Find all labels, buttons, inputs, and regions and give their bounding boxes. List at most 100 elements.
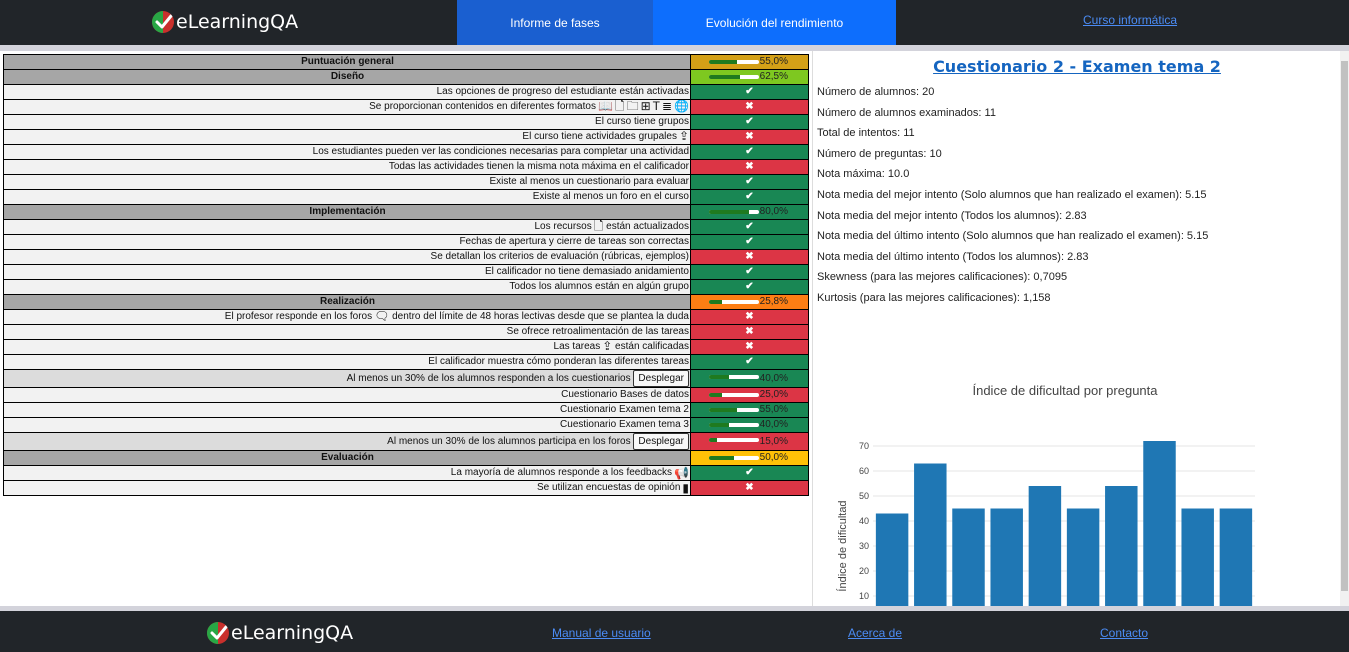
report-row: Las opciones de progreso del estudiante … xyxy=(3,84,809,100)
quiz-title[interactable]: Cuestionario 2 - Examen tema 2 xyxy=(813,57,1341,76)
criterion-text: Los recursos xyxy=(534,221,592,232)
score-value: 55,0% xyxy=(759,56,788,67)
score-cell: 50,0% xyxy=(690,450,809,467)
criterion-text: Los estudiantes pueden ver las condicion… xyxy=(312,146,689,157)
score-value: 25,0% xyxy=(759,389,788,401)
criterion-label: Todas las actividades tienen la misma no… xyxy=(3,159,691,175)
section-label: Puntuación general xyxy=(3,54,691,70)
brand-name: eLearningQA xyxy=(176,11,299,33)
criterion-text: Todas las actividades tienen la misma no… xyxy=(388,161,689,172)
bar-q1 xyxy=(875,513,909,606)
brand-logo[interactable]: eLearningQA xyxy=(152,11,298,33)
megaphone-icon[interactable]: 📢 xyxy=(674,467,689,479)
criterion-text: Cuestionario Examen tema 3 xyxy=(560,419,689,431)
course-link[interactable]: Curso informática xyxy=(1083,13,1177,27)
bar-q3 xyxy=(952,508,985,606)
y-tick-label: 50 xyxy=(859,491,869,501)
criterion-text: Se utilizan encuestas de opinión xyxy=(536,482,681,494)
criterion-label: Al menos un 30% de los alumnos participa… xyxy=(3,432,691,452)
folder-icon[interactable]: 🗀 xyxy=(627,101,639,113)
expand-button[interactable]: Desplegar xyxy=(633,433,689,450)
criterion-text: Al menos un 30% de los alumnos responden… xyxy=(346,373,631,385)
criterion-text: Todos los alumnos están en algún grupo xyxy=(509,281,689,292)
report-row: Se detallan los criterios de evaluación … xyxy=(3,249,809,265)
book-icon[interactable]: 📖 xyxy=(598,101,613,113)
chart-title: Índice de dificultad por pregunta xyxy=(972,383,1158,398)
upload-file-icon[interactable]: ⇪ xyxy=(602,341,612,353)
contact-link[interactable]: Contacto xyxy=(1100,626,1148,640)
criterion-label: La mayoría de alumnos responde a los fee… xyxy=(3,465,691,482)
criterion-text: Al menos un 30% de los alumnos participa… xyxy=(387,436,631,448)
report-row: Cuestionario Examen tema 2 55,0% xyxy=(3,402,809,419)
criterion-text: Se proporcionan contenidos en diferentes… xyxy=(369,101,596,112)
criterion-label: El profesor responde en los foros 🗨 dentr… xyxy=(3,309,691,325)
progress-fill xyxy=(709,75,741,79)
report-row: El curso tiene actividades grupales ⇪ ✖ xyxy=(3,129,809,145)
globe-icon[interactable]: 🌐 xyxy=(674,101,689,113)
report-row: Cuestionario Bases de datos 25,0% xyxy=(3,387,809,404)
tab-evolucion-rendimiento[interactable]: Evolución del rendimiento xyxy=(653,0,896,45)
criterion-text: Puntuación general xyxy=(301,56,394,67)
forum-icon[interactable]: 🗨 xyxy=(374,311,389,323)
score-cell: 40,0% xyxy=(690,417,809,434)
quiz-stat: Nota media del mejor intento (Solo alumn… xyxy=(817,188,1207,201)
pass-check-icon: ✔ xyxy=(690,234,809,250)
progress-fill xyxy=(709,408,737,413)
criterion-text: Las tareas xyxy=(553,341,601,352)
criterion-text: Se ofrece retroalimentación de las tarea… xyxy=(506,326,689,337)
report-row: Fechas de apertura y cierre de tareas so… xyxy=(3,234,809,250)
score-cell: 55,0% xyxy=(690,402,809,419)
bar-q10 xyxy=(1219,508,1253,606)
criterion-text: Diseño xyxy=(330,71,365,82)
progress-fill xyxy=(709,375,729,379)
tab-informe-fases[interactable]: Informe de fases xyxy=(457,0,653,45)
criterion-text: Existe al menos un cuestionario para eva… xyxy=(489,176,689,187)
score-value: 55,0% xyxy=(759,404,788,416)
about-link[interactable]: Acerca de xyxy=(848,626,902,640)
criterion-text: El curso tiene grupos xyxy=(595,116,689,127)
file-icon[interactable]: 🗋 xyxy=(594,221,604,233)
file-icon[interactable]: 🗋 xyxy=(615,101,625,113)
criterion-text: El calificador no tiene demasiado anidam… xyxy=(484,266,689,277)
y-tick-label: 30 xyxy=(859,541,869,551)
pass-check-icon: ✔ xyxy=(690,354,809,370)
upload-file-icon[interactable]: ⇪ xyxy=(679,131,689,143)
quiz-stat: Skewness (para las mejores calificacione… xyxy=(817,271,1068,284)
criterion-text: La mayoría de alumnos responde a los fee… xyxy=(450,467,673,479)
progress-fill xyxy=(709,456,734,461)
criterion-label: El curso tiene grupos xyxy=(3,114,691,130)
check-logo-icon xyxy=(207,622,229,644)
tree-icon[interactable]: ⊞ xyxy=(641,101,651,113)
criterion-text: El profesor responde en los foros xyxy=(224,311,373,322)
footer-brand-name: eLearningQA xyxy=(231,622,354,644)
report-row: Al menos un 30% de los alumnos responden… xyxy=(3,368,809,389)
footer-brand-logo[interactable]: eLearningQA xyxy=(207,622,353,644)
report-row: Existe al menos un foro en el curso ✔ xyxy=(3,189,809,205)
chart-icon[interactable]: ▮ xyxy=(682,482,689,494)
quiz-stat: Número de alumnos: 20 xyxy=(817,86,935,98)
text-icon[interactable]: T xyxy=(653,101,660,113)
progress-bar xyxy=(709,60,759,64)
progress-fill xyxy=(709,438,717,443)
progress-bar xyxy=(709,408,759,413)
scrollbar[interactable] xyxy=(1340,51,1349,606)
score-value: 50,0% xyxy=(759,452,788,464)
y-tick-label: 60 xyxy=(859,466,869,476)
footer: eLearningQA Manual de usuario Acerca de … xyxy=(0,611,1349,652)
score-value: 62,5% xyxy=(759,71,788,82)
bar-q5 xyxy=(1028,486,1062,606)
y-tick-label: 70 xyxy=(859,441,869,451)
report-row: Puntuación general 55,0% xyxy=(3,54,809,70)
pass-check-icon: ✔ xyxy=(690,189,809,205)
quiz-stat: Número de preguntas: 10 xyxy=(817,147,942,160)
bar-q8 xyxy=(1143,441,1176,606)
scrollbar-thumb[interactable] xyxy=(1341,61,1348,591)
page-icon[interactable]: ≣ xyxy=(662,101,672,113)
criterion-text: Fechas de apertura y cierre de tareas so… xyxy=(459,236,689,247)
progress-fill xyxy=(709,300,722,304)
expand-button[interactable]: Desplegar xyxy=(633,370,689,387)
criterion-label: Todos los alumnos están en algún grupo xyxy=(3,279,691,295)
manual-link[interactable]: Manual de usuario xyxy=(552,626,651,640)
progress-bar xyxy=(709,300,759,304)
criterion-text: El curso tiene actividades grupales xyxy=(522,131,677,142)
